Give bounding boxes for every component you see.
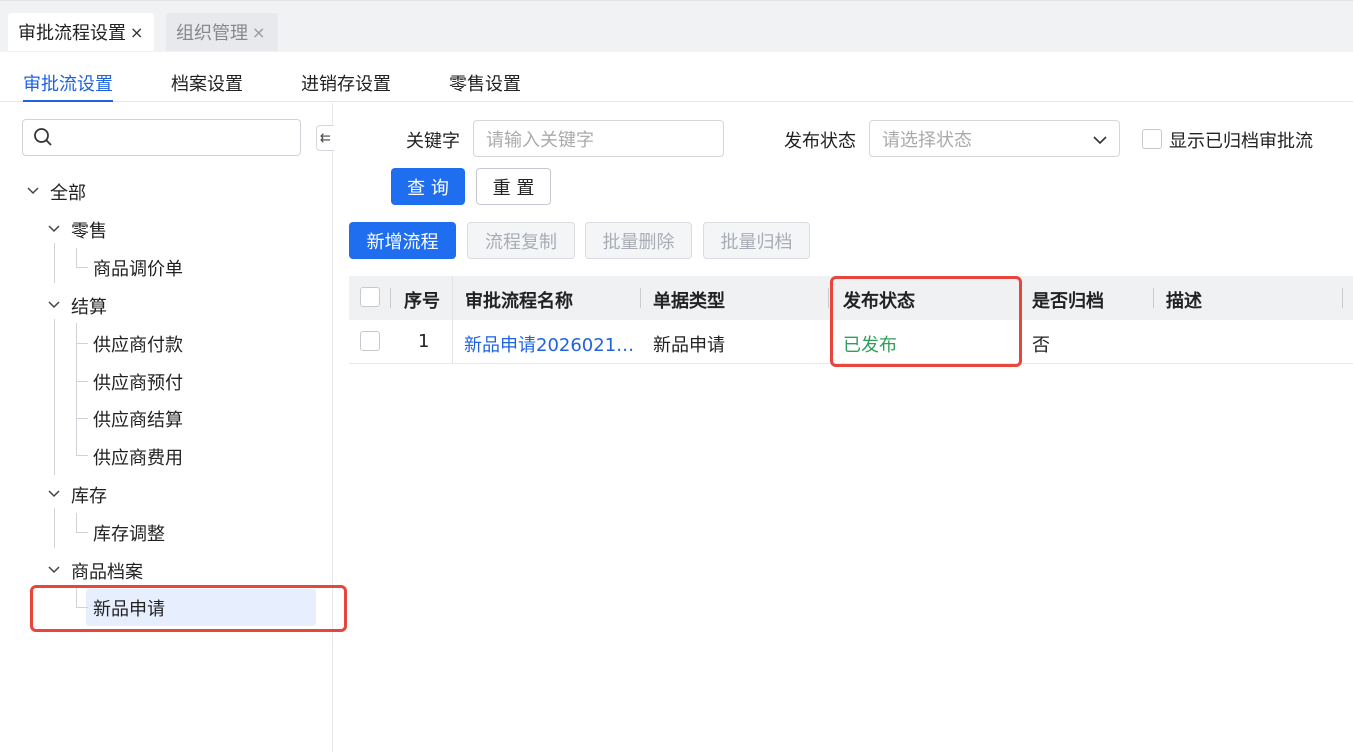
row-checkbox[interactable] — [360, 331, 380, 351]
tree-guide — [76, 455, 88, 456]
close-icon[interactable]: × — [130, 23, 143, 42]
tree-node-retail[interactable]: 零售 — [71, 217, 107, 243]
column-divider — [640, 288, 641, 308]
subtab-inventory[interactable]: 进销存设置 — [301, 70, 391, 102]
cell-doc-type: 新品申请 — [653, 335, 725, 356]
tree-guide — [76, 532, 88, 533]
highlight-box-tree — [30, 585, 347, 632]
column-divider — [828, 288, 829, 308]
show-archived-label: 显示已归档审批流 — [1169, 131, 1313, 152]
highlight-box-status — [830, 276, 1022, 367]
subtab-archive[interactable]: 档案设置 — [171, 70, 243, 102]
subtab-retail[interactable]: 零售设置 — [449, 70, 521, 102]
query-button[interactable]: 查 询 — [391, 168, 465, 205]
tab-approval-settings[interactable]: 审批流程设置 × — [8, 13, 154, 51]
status-label: 发布状态 — [784, 131, 856, 152]
batch-delete-button[interactable]: 批量删除 — [585, 222, 692, 259]
tab-org-management[interactable]: 组织管理 × — [166, 13, 278, 51]
tree-guide — [76, 418, 88, 419]
chevron-down-icon[interactable] — [48, 299, 60, 311]
tree-leaf-supplier-settle[interactable]: 供应商结算 — [93, 406, 183, 432]
sidebar-search-input[interactable] — [22, 119, 301, 156]
tree-node-product-archive[interactable]: 商品档案 — [71, 558, 143, 584]
column-divider — [1342, 288, 1343, 308]
show-archived-checkbox[interactable] — [1142, 129, 1162, 149]
reset-button[interactable]: 重 置 — [476, 168, 551, 205]
tree-guide — [54, 508, 55, 548]
subtab-approval-flow[interactable]: 审批流设置 — [23, 70, 113, 102]
batch-archive-button[interactable]: 批量归档 — [703, 222, 810, 259]
tree-guide — [76, 381, 88, 382]
chevron-down-icon[interactable] — [48, 564, 60, 576]
tree-leaf-supplier-payment[interactable]: 供应商付款 — [93, 331, 183, 357]
tree-guide — [76, 267, 88, 268]
close-icon[interactable]: × — [252, 23, 265, 42]
chevron-down-icon[interactable] — [48, 488, 60, 500]
page-tab-strip: 审批流程设置 × 组织管理 × — [0, 0, 1353, 52]
column-divider — [390, 288, 391, 308]
chevron-down-icon[interactable] — [27, 185, 39, 197]
column-header-archived[interactable]: 是否归档 — [1032, 287, 1104, 313]
status-select[interactable]: 请选择状态 — [869, 120, 1120, 157]
column-header-name[interactable]: 审批流程名称 — [465, 287, 573, 313]
add-flow-button[interactable]: 新增流程 — [349, 222, 456, 259]
tab-label: 审批流程设置 — [18, 23, 126, 44]
tree-guide — [76, 248, 77, 268]
tree-leaf-stock-adjust[interactable]: 库存调整 — [93, 520, 165, 546]
column-header-description[interactable]: 描述 — [1166, 287, 1202, 313]
tree-leaf-supplier-prepay[interactable]: 供应商预付 — [93, 369, 183, 395]
cell-flow-name-link[interactable]: 新品申请2026021… — [464, 331, 634, 357]
column-header-index: 序号 — [404, 291, 440, 312]
cell-archived: 否 — [1032, 335, 1050, 356]
search-icon — [34, 128, 52, 146]
keyword-label: 关键字 — [406, 131, 460, 152]
chevron-down-icon — [1093, 136, 1107, 145]
tree-guide — [54, 319, 55, 475]
tab-label: 组织管理 — [176, 23, 248, 44]
tree-guide — [76, 513, 77, 533]
tree-leaf-supplier-fee[interactable]: 供应商费用 — [93, 444, 183, 470]
tree-node-all[interactable]: 全部 — [50, 179, 86, 205]
cell-index: 1 — [418, 331, 430, 352]
copy-flow-button[interactable]: 流程复制 — [467, 222, 575, 259]
sub-tab-bar: 审批流设置 档案设置 进销存设置 零售设置 — [0, 52, 1353, 102]
chevron-down-icon[interactable] — [48, 223, 60, 235]
tree-node-settlement[interactable]: 结算 — [71, 293, 107, 319]
select-all-checkbox[interactable] — [360, 287, 380, 307]
column-header-doc-type[interactable]: 单据类型 — [653, 287, 725, 313]
tree-guide — [76, 343, 88, 344]
tree-leaf-price-adjust[interactable]: 商品调价单 — [93, 255, 183, 281]
collapse-left-icon[interactable]: ⇇ — [316, 125, 334, 151]
tree-node-inventory[interactable]: 库存 — [71, 482, 107, 508]
app-root: 审批流程设置 × 组织管理 × 审批流设置 档案设置 进销存设置 零售设置 ⇇ … — [0, 0, 1353, 752]
sidebar: ⇇ 全部 零售 商品调价单 结算 供应商付款 供应商预付 供应商结算 供应商费用… — [0, 103, 334, 752]
keyword-input[interactable]: 请输入关键字 — [473, 120, 724, 157]
column-divider — [1153, 288, 1154, 308]
tree-guide — [54, 243, 55, 283]
status-select-placeholder: 请选择状态 — [882, 129, 972, 151]
